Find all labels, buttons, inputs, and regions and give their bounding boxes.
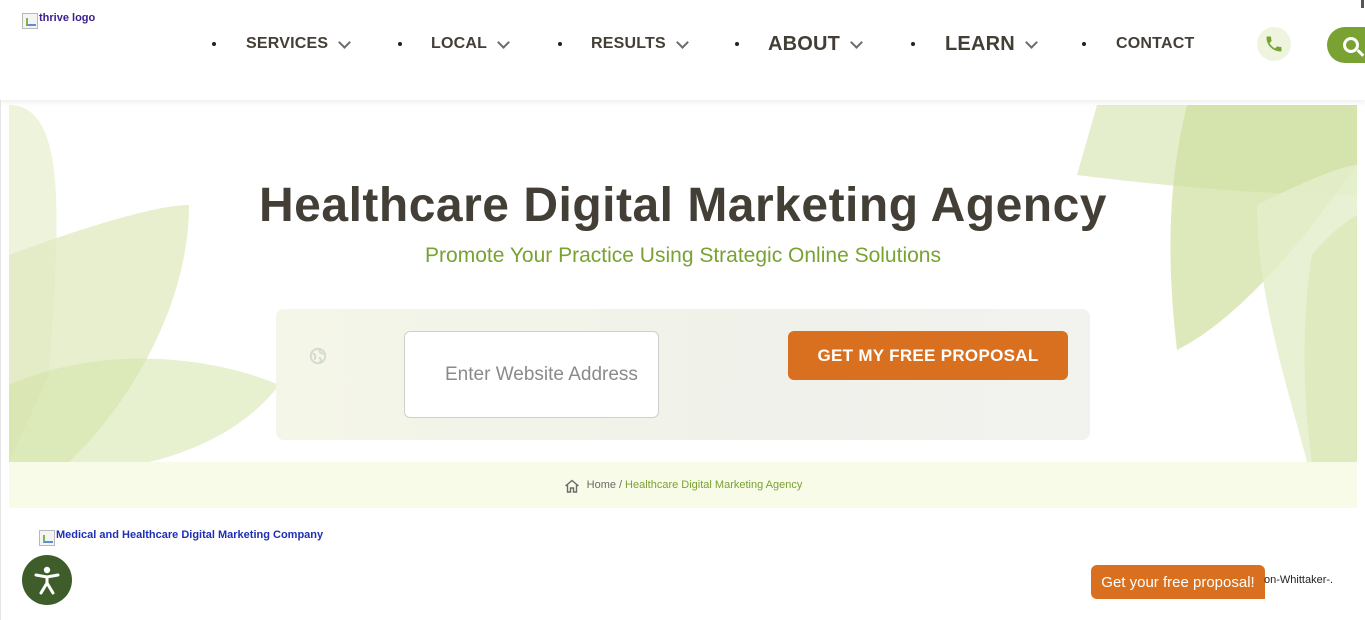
broken-image-icon xyxy=(22,13,38,29)
proposal-form: GET MY FREE PROPOSAL xyxy=(276,309,1090,440)
get-free-proposal-button[interactable]: GET MY FREE PROPOSAL xyxy=(788,331,1068,380)
broken-image-icon xyxy=(39,530,55,546)
nav-item-local[interactable]: LOCAL xyxy=(431,30,510,58)
website-address-input[interactable] xyxy=(404,331,659,418)
nav-bullet xyxy=(735,42,739,46)
overflow-text: on-Whittaker-. xyxy=(1264,574,1334,586)
page-subtitle: Promote Your Practice Using Strategic On… xyxy=(425,244,941,267)
nav-label: CONTACT xyxy=(1116,35,1195,52)
search-button[interactable] xyxy=(1327,27,1365,63)
logo-alt-text: thrive logo xyxy=(39,12,96,24)
nav-item-services[interactable]: SERVICES xyxy=(246,30,352,58)
chevron-down-icon xyxy=(338,35,352,49)
nav-bullet xyxy=(911,42,915,46)
nav-bullet xyxy=(1082,42,1086,46)
nav-item-results[interactable]: RESULTS xyxy=(591,30,689,58)
accessibility-button[interactable] xyxy=(22,555,72,605)
content-image-alt-text: Medical and Healthcare Digital Marketing… xyxy=(56,529,324,541)
phone-icon xyxy=(1266,36,1282,52)
breadcrumb-current: Healthcare Digital Marketing Agency xyxy=(625,479,803,491)
chevron-down-icon xyxy=(850,35,863,49)
search-icon xyxy=(1343,37,1359,53)
breadcrumb-separator: / xyxy=(618,479,623,491)
accessibility-icon xyxy=(34,566,60,595)
page-edge xyxy=(0,100,1,620)
free-proposal-tab-button[interactable]: Get your free proposal! xyxy=(1091,565,1265,599)
scrollbar-thumb[interactable] xyxy=(1361,0,1364,8)
content-image: Medical and Healthcare Digital Marketing… xyxy=(39,529,323,546)
breadcrumb: Home / Healthcare Digital Marketing Agen… xyxy=(9,462,1357,508)
nav-bullet xyxy=(212,42,216,46)
leaf-decoration-left xyxy=(9,105,279,462)
chevron-down-icon xyxy=(1025,35,1038,49)
nav-item-learn[interactable]: LEARN xyxy=(945,30,1038,58)
chevron-down-icon xyxy=(497,35,510,49)
home-icon xyxy=(564,479,579,493)
nav-label: LEARN xyxy=(945,32,1015,55)
nav-label: ABOUT xyxy=(768,32,841,55)
page-title: Healthcare Digital Marketing Agency xyxy=(259,179,1107,232)
leaf-decoration-right xyxy=(1077,105,1357,462)
phone-button[interactable] xyxy=(1257,27,1291,61)
logo[interactable]: thrive logo xyxy=(22,12,95,29)
globe-icon xyxy=(309,347,327,365)
nav-item-contact[interactable]: CONTACT xyxy=(1116,30,1194,58)
site-header: thrive logo SERVICES LOCAL RESULTS ABOUT… xyxy=(0,0,1365,100)
chevron-down-icon xyxy=(676,35,689,49)
breadcrumb-home-link[interactable]: Home xyxy=(587,479,616,491)
nav-label: LOCAL xyxy=(431,35,488,52)
nav-bullet xyxy=(398,42,402,46)
hero-section: Healthcare Digital Marketing Agency Prom… xyxy=(9,105,1357,462)
nav-item-about[interactable]: ABOUT xyxy=(768,30,863,58)
nav-label: SERVICES xyxy=(246,35,329,52)
nav-label: RESULTS xyxy=(591,35,666,52)
nav-bullet xyxy=(558,42,562,46)
